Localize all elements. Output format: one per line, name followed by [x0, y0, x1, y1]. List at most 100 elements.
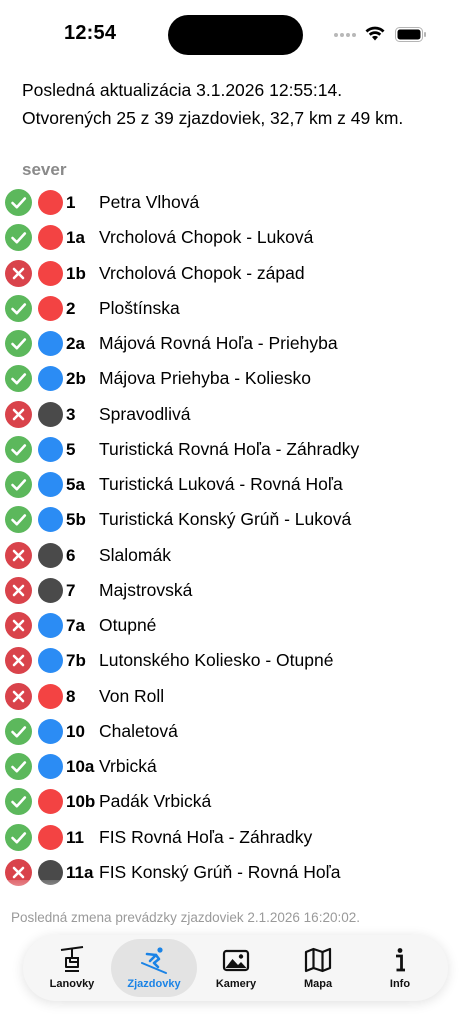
difficulty-blue-dot [38, 331, 63, 356]
run-name: Spravodlivá [99, 403, 191, 424]
xmark-icon [12, 690, 25, 702]
difficulty-blue-dot [38, 507, 63, 533]
run-number: 11 [66, 827, 84, 847]
run-number: 2b [66, 369, 86, 389]
run-row[interactable]: 5b Turistická Konský Grúň - Luková [0, 502, 471, 537]
tab-bar: Lanovky Zjazdovky Kamery Mapa Info [23, 935, 448, 1001]
xmark-icon [12, 654, 25, 667]
difficulty-blue-dot [38, 366, 63, 392]
run-number: 10b [66, 792, 96, 812]
difficulty-red-dot [38, 225, 63, 251]
xmark-icon [12, 619, 25, 632]
open-status-icon [5, 717, 32, 745]
run-row[interactable]: 10b Padák Vrbická [0, 784, 471, 819]
checkmark-icon [11, 514, 27, 526]
run-row[interactable]: 5 Turistická Rovná Hoľa - Záhradky [0, 432, 471, 467]
open-status-icon [5, 753, 32, 780]
difficulty-blue-dot [38, 754, 63, 779]
run-name: Padák Vrbická [99, 791, 212, 812]
run-row[interactable]: 10 Chaletová [0, 714, 471, 749]
difficulty-red-dot [38, 683, 63, 709]
checkmark-icon [11, 831, 27, 843]
tab-mapa[interactable]: Mapa [275, 939, 361, 997]
last-update-text: Posledná aktualizácia 3.1.2026 12:55:14. [22, 80, 343, 100]
open-status-icon [5, 224, 32, 252]
open-status-icon [5, 788, 32, 816]
run-row[interactable]: 11 FIS Rovná Hoľa - Záhradky [0, 820, 471, 855]
run-number: 6 [66, 545, 76, 565]
run-row[interactable]: 2b Májova Priehyba - Koliesko [0, 361, 471, 396]
difficulty-red-dot [38, 190, 63, 215]
checkmark-icon [11, 338, 27, 350]
run-name: Vrbická [99, 756, 157, 776]
update-info: Posledná aktualizácia 3.1.2026 12:55:14.… [22, 76, 403, 132]
xmark-icon [12, 267, 25, 279]
tab-zjazdovky[interactable]: Zjazdovky [111, 939, 197, 997]
run-name: Vrcholová Chopok - Luková [99, 227, 314, 248]
battery-icon [395, 27, 426, 42]
skier-icon [141, 947, 167, 974]
run-row[interactable]: 1b Vrcholová Chopok - západ [0, 256, 471, 291]
open-runs-summary: Otvorených 25 z 39 zjazdoviek, 32,7 km z… [22, 108, 404, 128]
open-status-icon [5, 435, 32, 463]
run-name: Májova Priehyba - Koliesko [99, 368, 312, 389]
tab-label: Mapa [303, 978, 333, 990]
difficulty-black-dot [38, 542, 63, 568]
run-row[interactable]: 5a Turistická Luková - Rovná Hoľa [0, 467, 471, 502]
chairlift-icon [60, 946, 84, 972]
difficulty-red-dot [38, 824, 63, 850]
run-row[interactable]: 6 Slalomák [0, 538, 471, 573]
difficulty-blue-dot [38, 648, 63, 674]
run-number: 2a [66, 334, 85, 353]
run-number: 5 [66, 439, 76, 459]
difficulty-red-dot [38, 295, 63, 321]
run-number: 1 [66, 193, 76, 212]
open-status-icon [5, 471, 32, 498]
open-status-icon [5, 294, 32, 322]
run-name: Turistická Luková - Rovná Hoľa [99, 474, 343, 494]
run-row[interactable]: 1 Petra Vlhová [0, 185, 471, 220]
difficulty-black-dot [38, 577, 63, 603]
closed-status-icon [5, 647, 32, 675]
run-number: 8 [66, 686, 76, 706]
run-name: Slalomák [99, 544, 171, 565]
run-number: 7 [66, 580, 76, 600]
run-row[interactable]: 2 Ploštínska [0, 291, 471, 326]
runs-list[interactable]: 1 Petra Vlhová 1a Vrcholová Chopok - Luková… [0, 185, 471, 905]
run-row[interactable]: 8 Von Roll [0, 679, 471, 714]
info-icon [396, 948, 405, 972]
open-status-icon [5, 189, 32, 216]
tab-label: Zjazdovky [127, 978, 181, 990]
run-number: 1a [66, 228, 85, 248]
run-name: Majstrovská [99, 579, 193, 600]
open-status-icon [5, 506, 32, 534]
tab-lanovky[interactable]: Lanovky [29, 939, 115, 997]
run-row[interactable]: 7a Otupné [0, 608, 471, 643]
run-row[interactable]: 3 Spravodlivá [0, 397, 471, 432]
run-number: 3 [66, 404, 76, 424]
difficulty-red-dot [38, 260, 63, 286]
difficulty-blue-dot [38, 613, 63, 638]
checkmark-icon [11, 725, 27, 738]
section-title: sever [22, 160, 67, 179]
run-name: Májová Rovná Hoľa - Priehyba [99, 333, 338, 353]
checkmark-icon [11, 302, 27, 315]
tab-kamery[interactable]: Kamery [193, 939, 279, 997]
run-row[interactable]: 2a Májová Rovná Hoľa - Priehyba [0, 326, 471, 361]
run-row[interactable]: 1a Vrcholová Chopok - Luková [0, 220, 471, 255]
checkmark-icon [11, 373, 27, 385]
closed-status-icon [5, 682, 32, 710]
last-change-text: Posledná zmena prevádzky zjazdoviek 2.1.… [11, 910, 360, 925]
cellular-signal-icon [334, 33, 356, 37]
open-status-icon [5, 330, 32, 357]
run-row[interactable]: 7 Majstrovská [0, 573, 471, 608]
run-name: Chaletová [99, 720, 178, 741]
run-row[interactable]: 7b Lutonského Koliesko - Otupné [0, 643, 471, 678]
xmark-icon [12, 549, 25, 561]
closed-status-icon [5, 612, 32, 639]
tab-info[interactable]: Info [357, 939, 443, 997]
run-row[interactable]: 10a Vrbická [0, 749, 471, 784]
run-name: FIS Rovná Hoľa - Záhradky [99, 826, 313, 847]
wifi-icon [365, 26, 385, 41]
run-number: 1b [66, 263, 86, 283]
